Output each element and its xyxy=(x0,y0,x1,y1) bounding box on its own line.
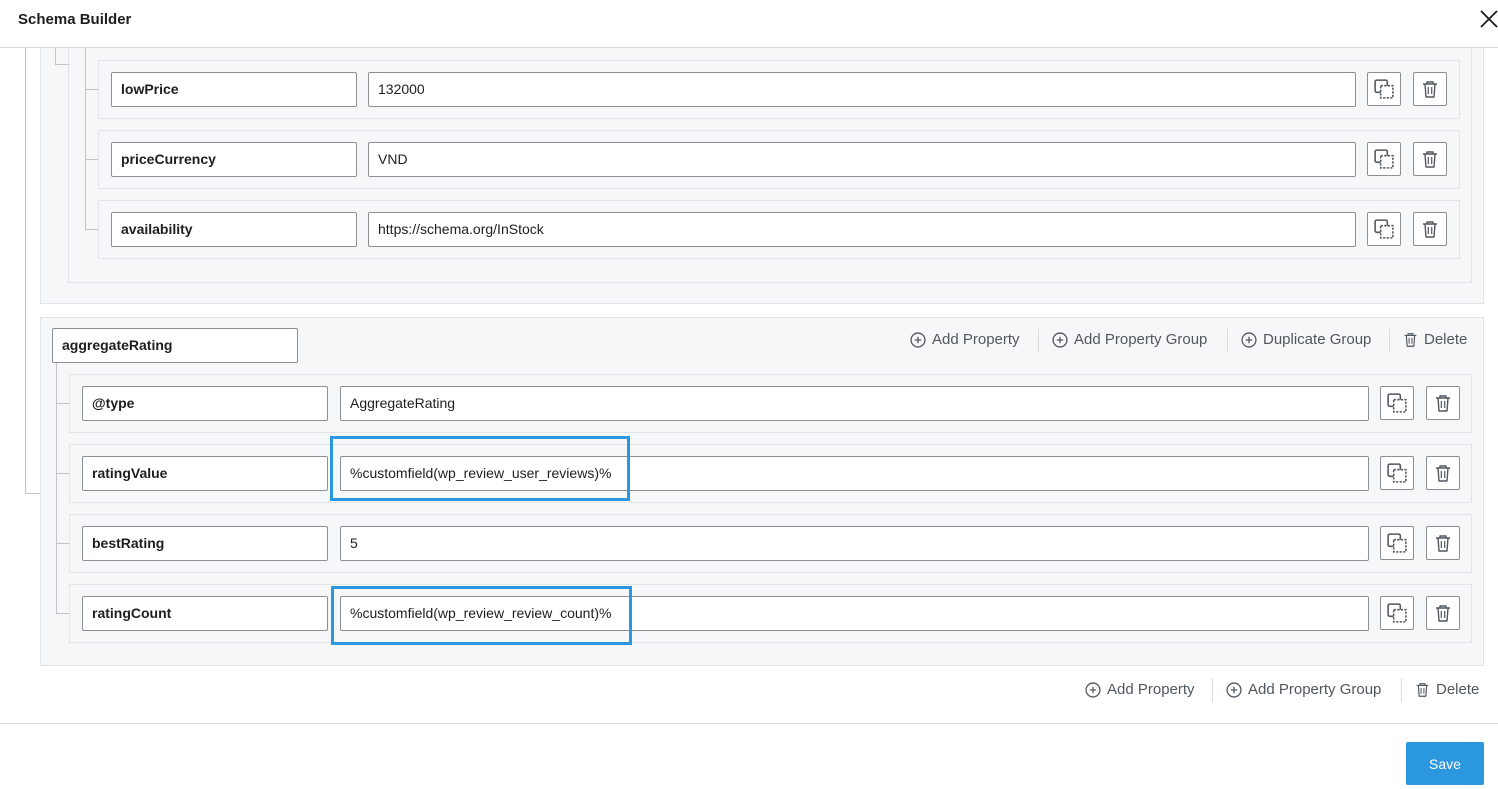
property-value-field[interactable]: 132000 xyxy=(368,72,1356,107)
duplicate-property-button[interactable] xyxy=(1380,526,1414,560)
add-property-label: Add Property xyxy=(1107,681,1195,698)
duplicate-property-button[interactable] xyxy=(1380,596,1414,630)
property-row: ratingCount %customfield(wp_review_revie… xyxy=(69,584,1472,643)
delete-property-button[interactable] xyxy=(1413,72,1447,106)
duplicate-icon xyxy=(1387,603,1407,623)
duplicate-icon xyxy=(1387,393,1407,413)
duplicate-property-button[interactable] xyxy=(1367,142,1401,176)
modal-header: Schema Builder xyxy=(0,0,1498,48)
duplicate-icon xyxy=(1387,463,1407,483)
property-value-field[interactable]: VND xyxy=(368,142,1356,177)
tree-line xyxy=(56,473,70,474)
tree-line xyxy=(56,613,70,614)
trash-icon xyxy=(1435,394,1451,412)
property-value-field[interactable]: 5 xyxy=(340,526,1369,561)
property-key-field[interactable]: @type xyxy=(82,386,328,421)
plus-circle-icon xyxy=(1085,681,1101,698)
duplicate-icon xyxy=(1374,79,1394,99)
trash-icon xyxy=(1404,332,1417,347)
delete-label: Delete xyxy=(1436,681,1480,698)
tree-line xyxy=(85,229,99,230)
delete-group-button[interactable]: Delete xyxy=(1403,331,1467,348)
duplicate-icon xyxy=(1374,219,1394,239)
property-row: ratingValue %customfield(wp_review_user_… xyxy=(69,444,1472,503)
tree-line xyxy=(56,543,70,544)
delete-property-button[interactable] xyxy=(1413,142,1447,176)
save-button[interactable]: Save xyxy=(1406,742,1484,785)
duplicate-group-label: Duplicate Group xyxy=(1263,331,1372,348)
add-property-group-label: Add Property Group xyxy=(1074,331,1208,348)
trash-icon xyxy=(1422,150,1438,168)
trash-icon xyxy=(1422,220,1438,238)
plus-circle-icon xyxy=(1241,331,1257,348)
delete-button[interactable]: Delete xyxy=(1415,681,1479,698)
property-key-field[interactable]: ratingCount xyxy=(82,596,328,631)
property-row: priceCurrency VND xyxy=(98,130,1460,189)
close-icon[interactable] xyxy=(1478,8,1498,30)
tree-line xyxy=(25,48,26,494)
add-property-group-button[interactable]: Add Property Group xyxy=(1226,681,1381,698)
action-separator xyxy=(1389,329,1390,353)
trash-icon xyxy=(1416,682,1429,697)
add-property-button[interactable]: Add Property xyxy=(1085,681,1195,698)
modal-footer: Save xyxy=(0,723,1498,789)
duplicate-property-button[interactable] xyxy=(1380,456,1414,490)
add-property-button[interactable]: Add Property xyxy=(910,331,1020,348)
action-separator xyxy=(1212,678,1213,702)
tree-line xyxy=(25,493,41,494)
plus-circle-icon xyxy=(910,331,926,348)
tree-line xyxy=(55,64,69,65)
delete-property-button[interactable] xyxy=(1426,596,1460,630)
tree-line xyxy=(85,48,86,230)
trash-icon xyxy=(1435,464,1451,482)
duplicate-property-button[interactable] xyxy=(1367,212,1401,246)
plus-circle-icon xyxy=(1226,681,1242,698)
action-separator xyxy=(1038,329,1039,353)
tree-line xyxy=(56,363,57,614)
property-row: lowPrice 132000 xyxy=(98,60,1460,119)
action-separator xyxy=(1227,329,1228,353)
add-property-label: Add Property xyxy=(932,331,1020,348)
property-value-field[interactable]: https://schema.org/InStock xyxy=(368,212,1356,247)
tree-line xyxy=(85,159,99,160)
property-group-aggregate-rating: aggregateRating Add Property Add Propert… xyxy=(40,317,1484,666)
property-row: bestRating 5 xyxy=(69,514,1472,573)
duplicate-icon xyxy=(1374,149,1394,169)
duplicate-property-button[interactable] xyxy=(1367,72,1401,106)
property-row: @type AggregateRating xyxy=(69,374,1472,433)
add-property-group-label: Add Property Group xyxy=(1248,681,1382,698)
property-value-field[interactable]: %customfield(wp_review_review_count)% xyxy=(340,596,1369,631)
property-key-field[interactable]: bestRating xyxy=(82,526,328,561)
property-key-field[interactable]: lowPrice xyxy=(111,72,357,107)
plus-circle-icon xyxy=(1052,331,1068,348)
group-name-field[interactable]: aggregateRating xyxy=(52,328,298,363)
trash-icon xyxy=(1422,80,1438,98)
page-title: Schema Builder xyxy=(18,11,132,28)
duplicate-group-button[interactable]: Duplicate Group xyxy=(1241,331,1371,348)
tree-line xyxy=(55,48,56,65)
delete-property-button[interactable] xyxy=(1426,526,1460,560)
property-key-field[interactable]: availability xyxy=(111,212,357,247)
delete-property-button[interactable] xyxy=(1413,212,1447,246)
tree-line xyxy=(85,89,99,90)
delete-group-label: Delete xyxy=(1424,331,1468,348)
delete-property-button[interactable] xyxy=(1426,456,1460,490)
property-value-field[interactable]: AggregateRating xyxy=(340,386,1369,421)
duplicate-property-button[interactable] xyxy=(1380,386,1414,420)
property-key-field[interactable]: priceCurrency xyxy=(111,142,357,177)
add-property-group-button[interactable]: Add Property Group xyxy=(1052,331,1207,348)
schema-builder-body: lowPrice 132000 priceCurrency VND availa… xyxy=(0,48,1498,723)
tree-line xyxy=(56,403,70,404)
duplicate-icon xyxy=(1387,533,1407,553)
delete-property-button[interactable] xyxy=(1426,386,1460,420)
property-key-field[interactable]: ratingValue xyxy=(82,456,328,491)
action-separator xyxy=(1401,678,1402,702)
property-value-field[interactable]: %customfield(wp_review_user_reviews)% xyxy=(340,456,1369,491)
trash-icon xyxy=(1435,534,1451,552)
trash-icon xyxy=(1435,604,1451,622)
property-row: availability https://schema.org/InStock xyxy=(98,200,1460,259)
